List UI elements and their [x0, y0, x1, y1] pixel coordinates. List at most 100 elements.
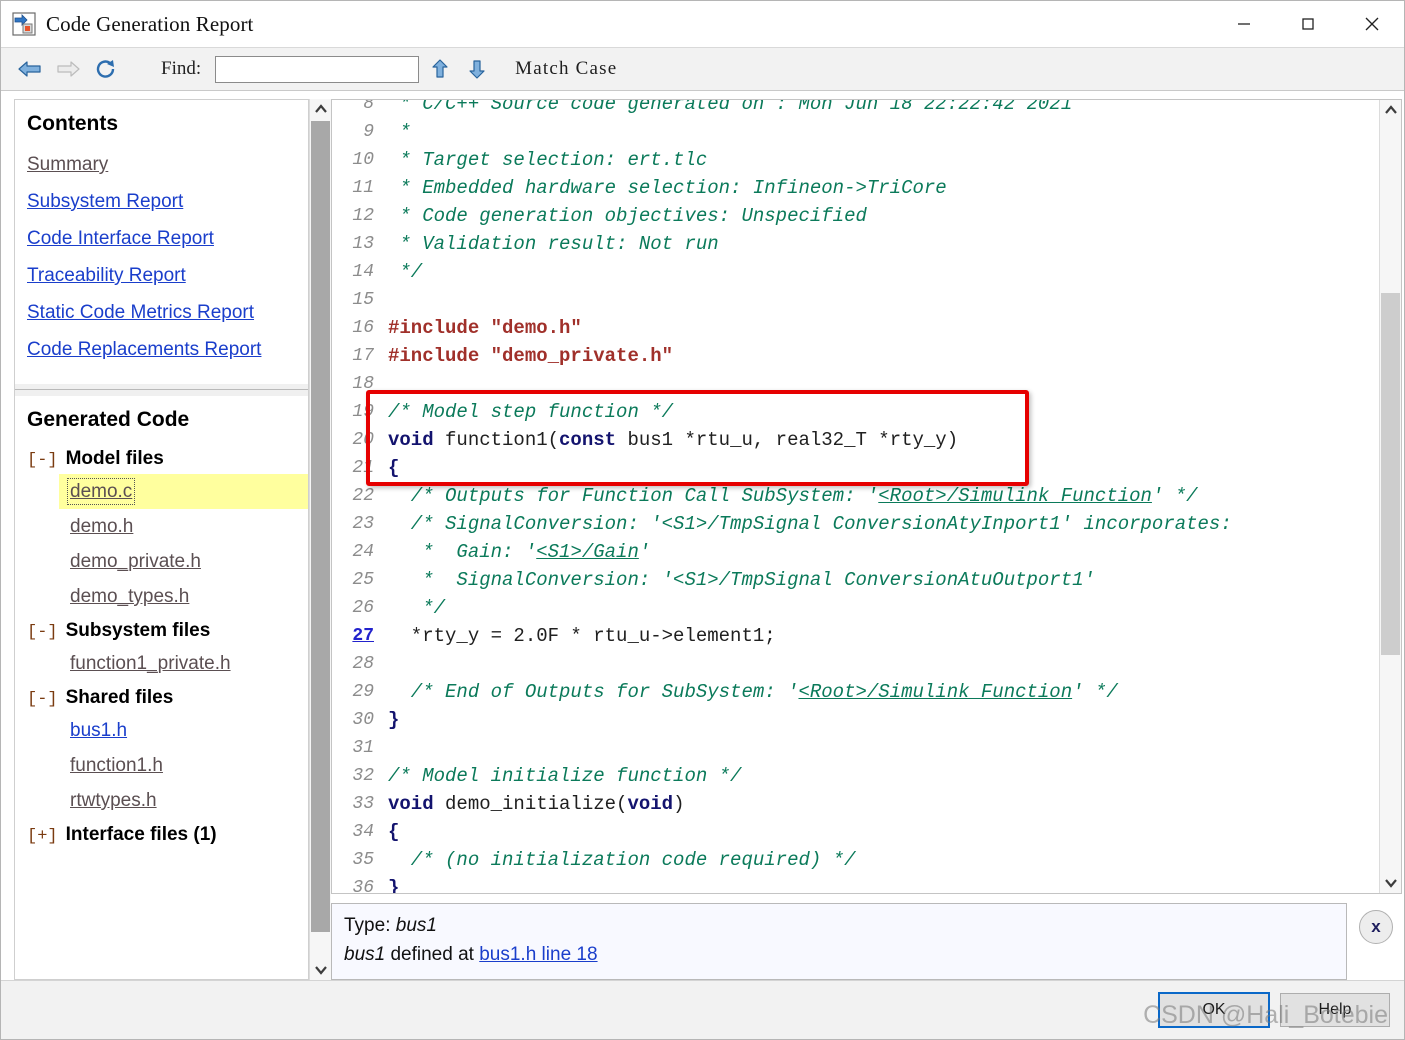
sidebar-scroll-thumb[interactable]	[311, 121, 330, 932]
collapse-toggle-icon[interactable]: [-]	[27, 623, 58, 642]
file-list-item[interactable]: demo_private.h	[70, 544, 308, 579]
code-token: /* Model step function */	[388, 401, 674, 423]
contents-link[interactable]: Code Interface Report	[27, 229, 214, 248]
info-line-type: Type: bus1	[344, 912, 1334, 941]
file-list-item[interactable]: demo.c	[59, 474, 308, 509]
back-arrow-icon[interactable]	[11, 53, 49, 85]
line-number: 8	[363, 100, 374, 114]
file-link[interactable]: function1.h	[70, 755, 163, 776]
code-token: bus1 *rtu_u, real32_T *rty_y)	[616, 429, 959, 451]
line-number: 30	[352, 710, 374, 730]
code-trace-link[interactable]: <Root>/Simulink Function	[878, 485, 1152, 507]
line-number: 14	[352, 262, 374, 282]
file-list-item[interactable]: function1_private.h	[70, 646, 308, 681]
help-button[interactable]: Help	[1280, 993, 1390, 1027]
match-case-option[interactable]: Match Case	[515, 58, 617, 80]
code-token: #include "demo_private.h"	[388, 345, 674, 367]
file-link[interactable]: function1_private.h	[70, 653, 231, 674]
code-line: 28	[332, 650, 1379, 678]
code-line: 24 * Gain: '<S1>/Gain'	[332, 538, 1379, 566]
find-previous-icon[interactable]	[423, 53, 456, 85]
line-number: 13	[352, 234, 374, 254]
maximize-button[interactable]	[1276, 1, 1340, 47]
code-line: 12 * Code generation objectives: Unspeci…	[332, 202, 1379, 230]
code-line: 13 * Validation result: Not run	[332, 230, 1379, 258]
sidebar-scroll-up-button[interactable]	[310, 99, 331, 119]
line-number: 22	[352, 486, 374, 506]
contents-panel: Contents Summary Subsystem Report Code Int…	[14, 99, 309, 384]
line-number: 29	[352, 682, 374, 702]
ok-button[interactable]: OK	[1158, 992, 1270, 1028]
find-next-icon[interactable]	[460, 53, 493, 85]
file-link[interactable]: bus1.h	[70, 720, 127, 741]
code-line: 36}	[332, 874, 1379, 893]
collapse-toggle-icon[interactable]: [-]	[27, 451, 58, 470]
minimize-button[interactable]	[1212, 1, 1276, 47]
info-definition-link[interactable]: bus1.h line 18	[479, 944, 597, 965]
line-number: 9	[363, 122, 374, 142]
code-line: 14 */	[332, 258, 1379, 286]
code-scroll-thumb[interactable]	[1381, 293, 1400, 655]
refresh-icon[interactable]	[87, 53, 125, 85]
file-group-header[interactable]: [-] Subsystem files	[15, 614, 308, 646]
file-link[interactable]: rtwtypes.h	[70, 790, 157, 811]
sidebar-scrollbar[interactable]	[309, 99, 331, 980]
code-trace-link[interactable]: <Root>/Simulink Function	[798, 681, 1072, 703]
code-line-text: {	[388, 818, 1379, 846]
expand-toggle-icon[interactable]: [+]	[27, 827, 58, 846]
info-line-definition: bus1 defined at bus1.h line 18	[344, 941, 1334, 970]
close-info-panel-button[interactable]: x	[1359, 910, 1393, 944]
file-list-item[interactable]: bus1.h	[70, 713, 308, 748]
code-scrollbar[interactable]	[1379, 100, 1401, 893]
contents-link[interactable]: Summary	[27, 155, 108, 174]
line-number: 17	[352, 346, 374, 366]
code-token: void	[388, 793, 434, 815]
code-token: demo_initialize(	[433, 793, 628, 815]
type-info-panel: Type: bus1 bus1 defined at bus1.h line 1…	[331, 903, 1347, 980]
file-link[interactable]: demo_types.h	[70, 586, 189, 607]
search-input[interactable]	[215, 55, 420, 83]
contents-link-row: Code Replacements Report	[15, 331, 308, 368]
collapse-toggle-icon[interactable]: [-]	[27, 690, 58, 709]
code-line-text: * Embedded hardware selection: Infineon-…	[388, 174, 1379, 202]
code-line: 26 */	[332, 594, 1379, 622]
file-group-header[interactable]: [-] Shared files	[15, 681, 308, 713]
file-link[interactable]: demo.c	[66, 478, 136, 505]
code-text-area[interactable]: 8 * C/C++ Source code generated on : Mon…	[332, 100, 1379, 893]
code-line: 10 * Target selection: ert.tlc	[332, 146, 1379, 174]
code-line-text: */	[388, 258, 1379, 286]
code-trace-link[interactable]: <S1>/Gain	[536, 541, 639, 563]
file-group-label: Subsystem files	[65, 620, 211, 641]
file-list-item[interactable]: function1.h	[70, 748, 308, 783]
code-line-text: #include "demo.h"	[388, 314, 1379, 342]
file-group-header[interactable]: [-] Model files	[15, 442, 308, 474]
file-link[interactable]: demo_private.h	[70, 551, 201, 572]
contents-link[interactable]: Traceability Report	[27, 266, 186, 285]
close-button[interactable]	[1340, 1, 1404, 47]
file-list-item[interactable]: demo_types.h	[70, 579, 308, 614]
file-link[interactable]: demo.h	[70, 516, 133, 537]
contents-link[interactable]: Static Code Metrics Report	[27, 303, 254, 322]
code-scroll-track[interactable]	[1380, 120, 1401, 873]
file-group-header[interactable]: [+] Interface files (1)	[15, 818, 308, 850]
info-definition-text: defined at	[385, 943, 480, 965]
line-number: 34	[352, 822, 374, 842]
sidebar-scroll-track[interactable]	[310, 119, 331, 960]
code-scroll-up-button[interactable]	[1380, 100, 1401, 120]
traceable-line-number[interactable]: 27	[332, 622, 388, 650]
contents-link[interactable]: Code Replacements Report	[27, 340, 261, 359]
contents-link-row: Traceability Report	[15, 257, 308, 294]
sidebar-scroll-down-button[interactable]	[310, 960, 331, 980]
contents-link[interactable]: Subsystem Report	[27, 192, 183, 211]
code-line-text: /* Model initialize function */	[388, 762, 1379, 790]
code-line: 17 #include "demo_private.h"	[332, 342, 1379, 370]
file-list-item[interactable]: rtwtypes.h	[70, 783, 308, 818]
file-group-label: Interface files (1)	[65, 824, 217, 845]
code-token: }	[388, 877, 400, 893]
main-content: Contents Summary Subsystem Report Code Int…	[1, 91, 1404, 980]
file-list-item[interactable]: demo.h	[70, 509, 308, 544]
code-line: 35 /* (no initialization code required) …	[332, 846, 1379, 874]
code-scroll-down-button[interactable]	[1380, 873, 1401, 893]
line-number: 28	[352, 654, 374, 674]
